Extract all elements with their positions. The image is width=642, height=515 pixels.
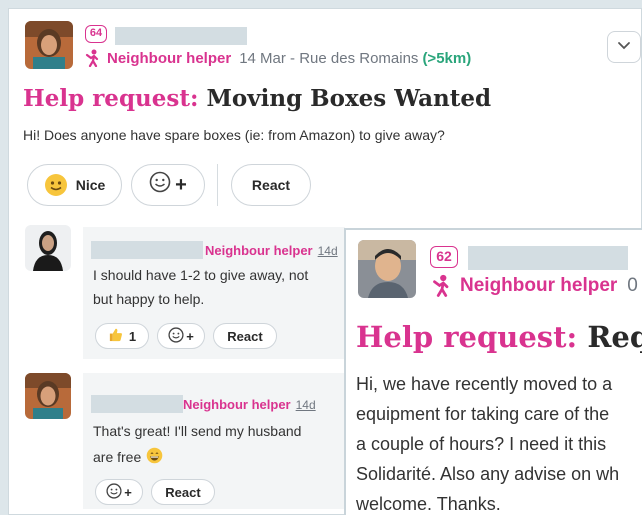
comment-time: 14d — [295, 397, 316, 412]
comment-bubble: Neighbour helper 14d I should have 1-2 t… — [83, 227, 345, 359]
author-name-redacted — [115, 27, 247, 45]
nice-label: Nice — [75, 177, 106, 193]
add-reaction-icon — [149, 171, 171, 199]
post-body: Hi! Does anyone have spare boxes (ie: fr… — [23, 127, 445, 143]
helper-label[interactable]: Neighbour helper — [460, 275, 617, 297]
add-reaction-plus: + — [124, 484, 132, 500]
add-reaction-icon — [168, 326, 184, 346]
add-reaction-button[interactable]: + — [95, 479, 143, 505]
reaction-divider — [217, 164, 218, 206]
overlay-reputation-badge: 62 — [430, 246, 458, 268]
post-title: Help request: Moving Boxes Wanted — [23, 85, 491, 112]
smiley-emoji-icon — [44, 173, 68, 197]
reputation-badge: 64 — [85, 25, 107, 43]
overlay-author-avatar[interactable] — [358, 240, 416, 298]
add-reaction-plus: + — [175, 173, 187, 196]
chevron-down-icon — [617, 38, 631, 56]
post-meta: Neighbour helper 14 Mar - Rue des Romain… — [85, 49, 471, 67]
comment-text-line: but happy to help. — [93, 291, 205, 307]
comment-text-line: That's great! I'll send my husband — [93, 423, 302, 439]
add-reaction-button[interactable]: + — [157, 323, 205, 349]
nice-reaction-button[interactable]: Nice — [27, 164, 122, 206]
comment-time: 14d — [317, 243, 338, 258]
add-reaction-button[interactable]: + — [131, 164, 205, 206]
author-avatar[interactable] — [25, 21, 73, 69]
overlay-post-category: Help request: — [356, 320, 578, 354]
post-category: Help request: — [23, 85, 199, 112]
comment-text-line-2: are free — [93, 447, 163, 467]
helper-label[interactable]: Neighbour helper — [205, 243, 313, 258]
grinning-emoji-icon — [146, 447, 163, 467]
helper-person-icon — [85, 49, 101, 67]
overlay-body-line: Hi, we have recently moved to a — [356, 374, 613, 394]
distance-badge: (>5km) — [422, 49, 472, 67]
overlay-post-title: Help request: Reque — [356, 320, 642, 354]
overlay-post-card: 62 Neighbour helper 0 Help request: Requ… — [344, 228, 642, 515]
author-avatar[interactable] — [25, 373, 71, 419]
post-date-location: 14 Mar - Rue des Romains — [239, 49, 419, 67]
thumbs-up-icon — [108, 327, 123, 345]
like-count: 1 — [128, 328, 137, 344]
overlay-post-title-text: Reque — [587, 320, 642, 354]
add-reaction-icon — [106, 482, 122, 502]
overlay-author-name-redacted — [468, 246, 628, 270]
comment-text-line: I should have 1-2 to give away, not — [93, 267, 309, 283]
react-button[interactable]: React — [151, 479, 215, 505]
commenter-name-redacted — [91, 395, 183, 413]
helper-label[interactable]: Neighbour helper — [107, 50, 231, 67]
commenter-name-redacted — [91, 241, 203, 259]
comment-meta: Neighbour helper 14d — [205, 243, 338, 258]
overlay-body-line: a couple of hours? I need it this — [356, 434, 607, 454]
comment-text: are free — [93, 449, 142, 465]
comment-meta: Neighbour helper 14d — [183, 397, 316, 412]
comment-bubble: Neighbour helper 14d That's great! I'll … — [83, 373, 345, 509]
overlay-body-line: equipment for taking care of the — [356, 404, 610, 424]
post-title-text: Moving Boxes Wanted — [206, 85, 492, 112]
overlay-body-line: Solidarité. Also any advise on wh — [356, 464, 620, 484]
overlay-post-meta: Neighbour helper 0 — [432, 274, 638, 297]
post-options-button[interactable] — [607, 31, 641, 63]
react-button[interactable]: React — [213, 323, 277, 349]
helper-person-icon — [432, 274, 452, 297]
commenter-avatar[interactable] — [25, 225, 71, 271]
overlay-post-date: 0 — [627, 274, 638, 296]
overlay-body-line: welcome. Thanks. — [356, 494, 501, 514]
add-reaction-plus: + — [186, 328, 194, 344]
helper-label[interactable]: Neighbour helper — [183, 397, 291, 412]
react-button[interactable]: React — [231, 164, 311, 206]
like-reaction-button[interactable]: 1 — [95, 323, 149, 349]
